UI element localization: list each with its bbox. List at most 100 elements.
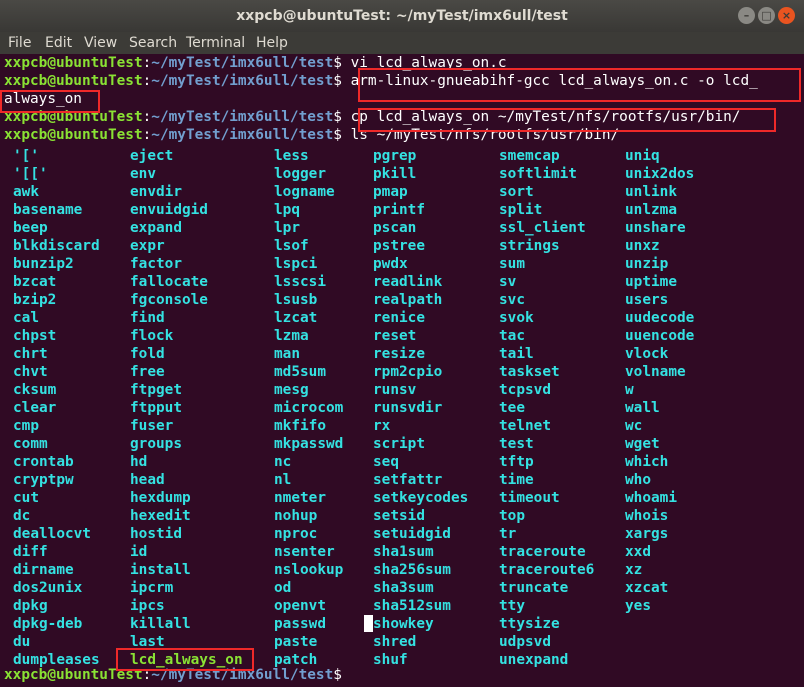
listing-entry: nohup bbox=[274, 508, 318, 524]
listing-entry: seq bbox=[373, 454, 399, 470]
prompt-dollar: $ bbox=[333, 73, 351, 89]
listing-entry: smemcap bbox=[499, 148, 560, 164]
listing-entry: lzcat bbox=[274, 310, 318, 326]
listing-entry: resize bbox=[373, 346, 425, 362]
listing-entry: wget bbox=[625, 436, 660, 452]
listing-entry: renice bbox=[373, 310, 425, 326]
listing-entry: ipcrm bbox=[130, 580, 174, 596]
listing-entry: bzcat bbox=[13, 274, 57, 290]
listing-entry: xargs bbox=[625, 526, 669, 542]
prompt-colon: : bbox=[142, 127, 152, 143]
listing-entry: basename bbox=[13, 202, 83, 218]
listing-entry: lzma bbox=[274, 328, 309, 344]
listing-entry: tail bbox=[499, 346, 534, 362]
listing-entry: pscan bbox=[373, 220, 417, 236]
listing-entry: less bbox=[274, 148, 309, 164]
listing-entry: unzip bbox=[625, 256, 669, 272]
listing-entry: fallocate bbox=[130, 274, 208, 290]
listing-entry: sv bbox=[499, 274, 517, 290]
listing-entry: fgconsole bbox=[130, 292, 208, 308]
window-title: xxpcb@ubuntuTest: ~/myTest/imx6ull/test bbox=[236, 8, 568, 24]
listing-entry: pmap bbox=[373, 184, 408, 200]
prompt-path: ~/myTest/imx6ull/test bbox=[151, 127, 334, 143]
listing-entry: volname bbox=[625, 364, 686, 380]
highlight-copy-command bbox=[358, 108, 776, 132]
listing-entry: expr bbox=[130, 238, 165, 254]
listing-entry: mkfifo bbox=[274, 418, 326, 434]
listing-entry: traceroute bbox=[499, 544, 586, 560]
listing-entry: tac bbox=[499, 328, 525, 344]
menu-edit[interactable]: Edit bbox=[45, 35, 72, 51]
prompt-dollar: $ bbox=[333, 127, 351, 143]
terminal-output[interactable]: xxpcb@ubuntuTest:~/myTest/imx6ull/test$ … bbox=[0, 54, 804, 687]
listing-entry: svok bbox=[499, 310, 534, 326]
listing-entry: w bbox=[625, 382, 634, 398]
listing-entry: blkdiscard bbox=[13, 238, 100, 254]
menu-file[interactable]: File bbox=[8, 35, 31, 51]
listing-entry: timeout bbox=[499, 490, 560, 506]
listing-entry: svc bbox=[499, 292, 525, 308]
prompt-dollar: $ bbox=[333, 109, 351, 125]
menu-terminal[interactable]: Terminal bbox=[186, 35, 245, 51]
prompt-path: ~/myTest/imx6ull/test bbox=[151, 109, 334, 125]
listing-entry: tee bbox=[499, 400, 525, 416]
listing-entry: split bbox=[499, 202, 543, 218]
listing-entry: which bbox=[625, 454, 669, 470]
listing-entry: xz bbox=[625, 562, 643, 578]
minimize-button[interactable]: – bbox=[738, 7, 755, 24]
listing-entry: tty bbox=[499, 598, 525, 614]
highlight-lcd-always-on bbox=[116, 648, 254, 671]
listing-entry: diff bbox=[13, 544, 48, 560]
listing-entry: rx bbox=[373, 418, 391, 434]
listing-entry: dpkg bbox=[13, 598, 48, 614]
listing-entry: showkey bbox=[373, 616, 434, 632]
listing-entry: tr bbox=[499, 526, 517, 542]
maximize-button[interactable]: □ bbox=[758, 7, 775, 24]
prompt-user: xxpcb@ubuntuTest bbox=[4, 127, 143, 143]
listing-entry: expand bbox=[130, 220, 182, 236]
listing-entry: hexdump bbox=[130, 490, 191, 506]
listing-entry: setsid bbox=[373, 508, 425, 524]
listing-entry: cut bbox=[13, 490, 39, 506]
listing-entry: tcpsvd bbox=[499, 382, 551, 398]
listing-entry: sha512sum bbox=[373, 598, 451, 614]
listing-entry: pgrep bbox=[373, 148, 417, 164]
listing-entry: uuencode bbox=[625, 328, 695, 344]
listing-entry: install bbox=[130, 562, 191, 578]
listing-entry: env bbox=[130, 166, 156, 182]
listing-entry: id bbox=[130, 544, 148, 560]
menu-bar: File Edit View Search Terminal Help bbox=[0, 32, 804, 54]
listing-entry: cal bbox=[13, 310, 39, 326]
highlight-compile-wrap bbox=[0, 90, 100, 113]
listing-entry: xxd bbox=[625, 544, 651, 560]
title-bar[interactable]: xxpcb@ubuntuTest: ~/myTest/imx6ull/test … bbox=[0, 0, 804, 32]
listing-entry: sha1sum bbox=[373, 544, 434, 560]
listing-entry: envuidgid bbox=[130, 202, 208, 218]
listing-entry: sha3sum bbox=[373, 580, 434, 596]
listing-entry: dirname bbox=[13, 562, 74, 578]
listing-entry: mkpasswd bbox=[274, 436, 344, 452]
listing-entry: passwd bbox=[274, 616, 326, 632]
menu-search[interactable]: Search bbox=[129, 35, 177, 51]
listing-entry: unshare bbox=[625, 220, 686, 236]
close-button[interactable]: × bbox=[778, 7, 795, 24]
listing-entry: cryptpw bbox=[13, 472, 74, 488]
listing-entry: reset bbox=[373, 328, 417, 344]
listing-entry: killall bbox=[130, 616, 191, 632]
listing-entry: clear bbox=[13, 400, 57, 416]
listing-entry: mesg bbox=[274, 382, 309, 398]
listing-entry: logname bbox=[274, 184, 335, 200]
listing-entry: whois bbox=[625, 508, 669, 524]
listing-entry: eject bbox=[130, 148, 174, 164]
listing-entry: vlock bbox=[625, 346, 669, 362]
menu-view[interactable]: View bbox=[84, 35, 117, 51]
listing-entry: truncate bbox=[499, 580, 569, 596]
listing-entry: unlzma bbox=[625, 202, 677, 218]
listing-entry: openvt bbox=[274, 598, 326, 614]
menu-help[interactable]: Help bbox=[256, 35, 288, 51]
listing-entry: paste bbox=[274, 634, 318, 650]
listing-entry: nsenter bbox=[274, 544, 335, 560]
listing-entry: wc bbox=[625, 418, 643, 434]
listing-entry: top bbox=[499, 508, 525, 524]
listing-entry: strings bbox=[499, 238, 560, 254]
